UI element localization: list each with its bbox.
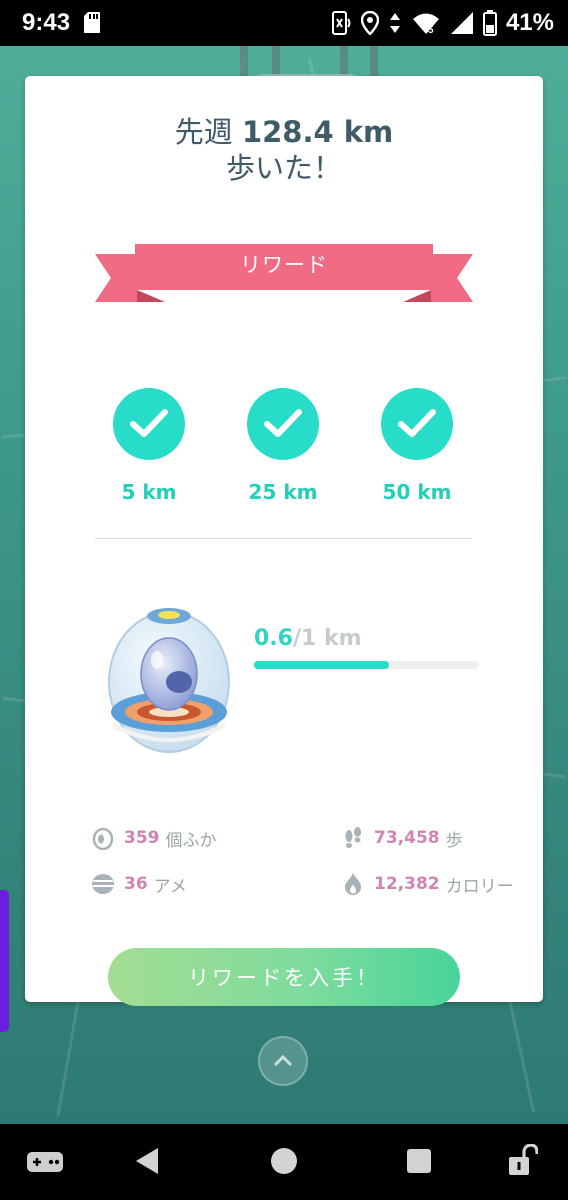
candy-unit: アメ [153,876,187,897]
home-icon[interactable] [270,1147,298,1175]
check-icon [264,409,302,437]
chevron-up-icon [273,1054,293,1067]
claim-reward-button[interactable]: リワードを入手！ [108,948,460,1006]
egg-icon [92,827,114,850]
milestone-label: 50 km [382,480,452,504]
stat-hatched: 359 個ふか [91,824,217,852]
back-icon[interactable] [134,1147,160,1175]
calories-unit: カロリー [445,876,514,897]
data-arrows-icon [389,13,400,33]
candy-icon [92,874,114,894]
footprints-icon [345,827,361,848]
weekly-distance-title: 先週 128.4 km 歩いた！ [25,114,543,186]
candy-count: 36 [124,874,148,894]
expand-chevron-button[interactable] [258,1036,308,1086]
game-controller-icon[interactable] [26,1150,64,1174]
signal-icon [450,12,473,34]
steps-count: 73,458 [374,828,440,848]
reward-ribbon-label: リワード [240,253,328,277]
milestone-5km-checkmark [113,388,185,460]
steps-unit: 歩 [445,830,463,851]
progress-current: 0.6 [254,626,293,651]
battery-icon [482,10,497,36]
egg-distance-progress: 0.6/1 km [254,626,362,651]
egg-progress-fill [254,661,389,669]
edge-panel-handle[interactable] [0,890,9,1032]
svg-text:5: 5 [428,25,434,35]
battery-percentage: 41% [505,9,554,36]
divider [95,538,471,539]
check-icon [398,409,436,437]
nfc-icon [331,11,351,35]
location-icon [360,11,379,35]
stat-steps: 73,458 歩 [341,824,463,852]
milestone-25km-checkmark [247,388,319,460]
egg-progress-bar [254,661,479,669]
hatched-count: 359 [124,828,160,848]
title-line2: 歩いた！ [225,151,342,185]
sd-card-icon [84,12,100,33]
walked-distance: 128.4 km [241,115,394,149]
title-prefix: 先週 [174,115,233,149]
hatched-unit: 個ふか [165,830,217,851]
status-icons: 5 41% [331,8,554,38]
weekly-reward-card: 先週 128.4 km 歩いた！ リワード 5 km 25 km 50 km 0… [25,76,543,1006]
recents-icon[interactable] [406,1148,432,1174]
milestone-label: 25 km [248,480,318,504]
stat-candy: 36 アメ [91,870,187,898]
progress-total: 1 km [301,626,362,651]
milestone-label: 5 km [121,480,177,504]
milestone-50km-checkmark [381,388,453,460]
check-icon [130,409,168,437]
unlock-icon[interactable] [508,1144,538,1176]
status-bar: 9:43 5 41% [0,0,568,46]
progress-separator: / [292,626,302,651]
egg-incubator-icon [108,608,230,753]
stat-calories: 12,382 カロリー [341,870,514,898]
flame-icon [345,873,361,895]
navigation-bar [0,1124,568,1200]
calories-count: 12,382 [374,874,440,894]
status-time: 9:43 [22,9,71,36]
wifi-icon: 5 [412,13,439,35]
